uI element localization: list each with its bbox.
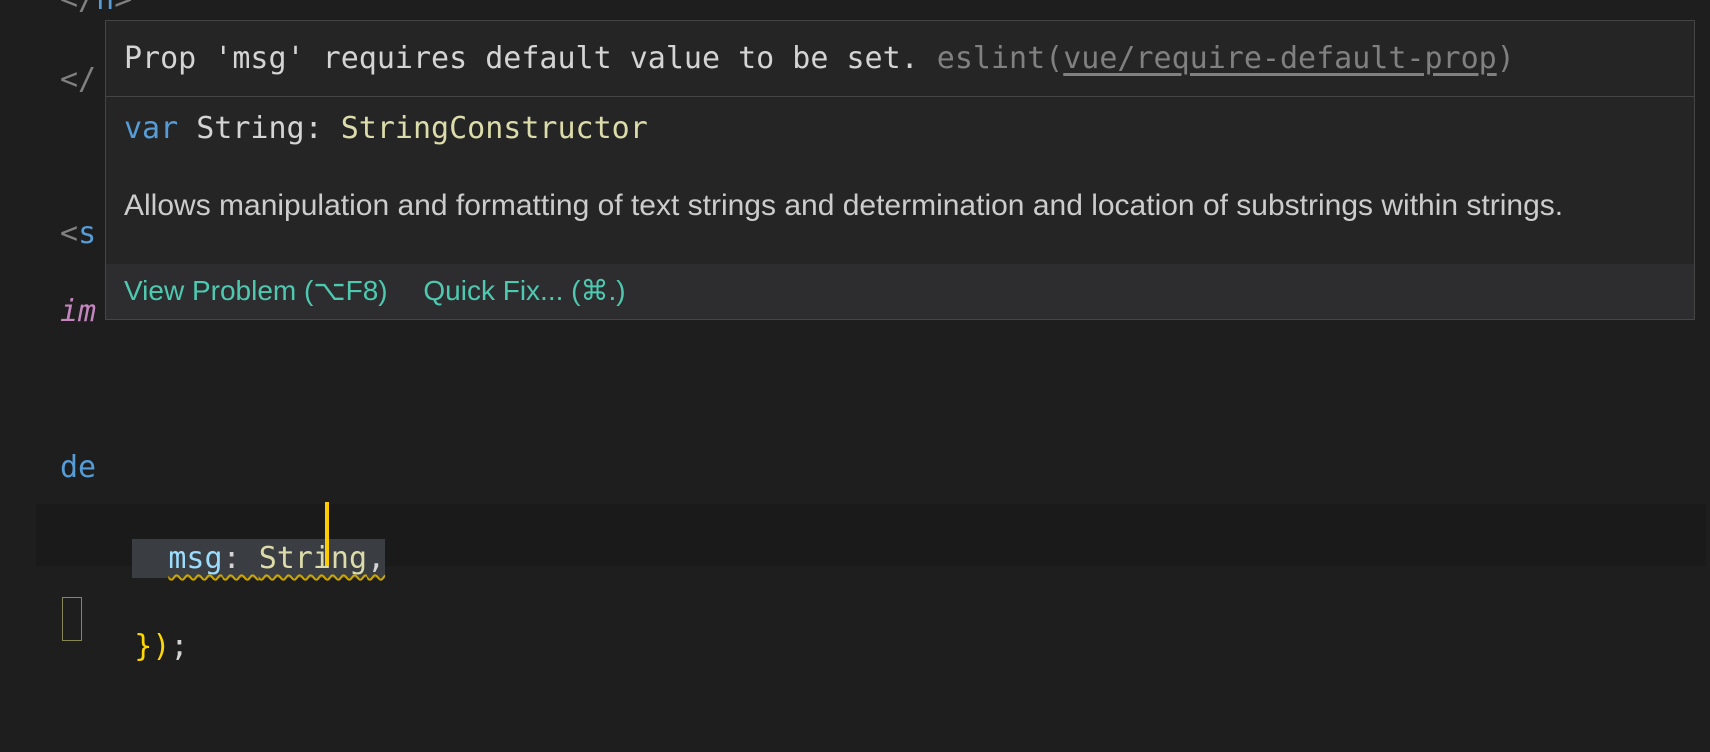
- ts-identifier: String: [178, 111, 304, 146]
- paren: ): [1497, 41, 1515, 76]
- code-line-partial: <s: [60, 216, 96, 251]
- quick-fix-action[interactable]: Quick Fix... (⌘.): [423, 275, 625, 306]
- hover-tooltip: Prop 'msg' requires default value to be …: [105, 20, 1695, 320]
- prop-type: String: [259, 541, 367, 576]
- close-brace: }: [134, 629, 152, 664]
- type-signature: var String: StringConstructor: [106, 97, 1694, 152]
- code-line-partial: </h>: [60, 0, 132, 17]
- text-cursor: [325, 502, 329, 566]
- comma: ,: [367, 541, 385, 576]
- documentation-text: Allows manipulation and formatting of te…: [106, 152, 1694, 264]
- ts-keyword: var: [124, 111, 178, 146]
- eslint-rule-link[interactable]: vue/require-default-prop: [1063, 41, 1496, 76]
- diagnostic-message: Prop 'msg' requires default value to be …: [124, 41, 937, 76]
- prop-key: msg: [168, 541, 222, 576]
- view-problem-action[interactable]: View Problem (⌥F8): [124, 275, 388, 306]
- paren: (: [1045, 41, 1063, 76]
- code-line-partial: de: [60, 450, 96, 485]
- code-line[interactable]: });: [62, 594, 188, 699]
- semicolon: ;: [170, 629, 188, 664]
- eslint-diagnostic: Prop 'msg' requires default value to be …: [106, 21, 1694, 97]
- code-line-partial: </: [60, 62, 96, 97]
- close-paren: ): [152, 629, 170, 664]
- diagnostic-source: eslint: [937, 41, 1045, 76]
- hover-actions-bar: View Problem (⌥F8) Quick Fix... (⌘.): [106, 264, 1694, 319]
- colon: :: [223, 541, 259, 576]
- ts-type: StringConstructor: [341, 111, 648, 146]
- colon: :: [305, 111, 341, 146]
- code-line-partial: im: [60, 294, 96, 329]
